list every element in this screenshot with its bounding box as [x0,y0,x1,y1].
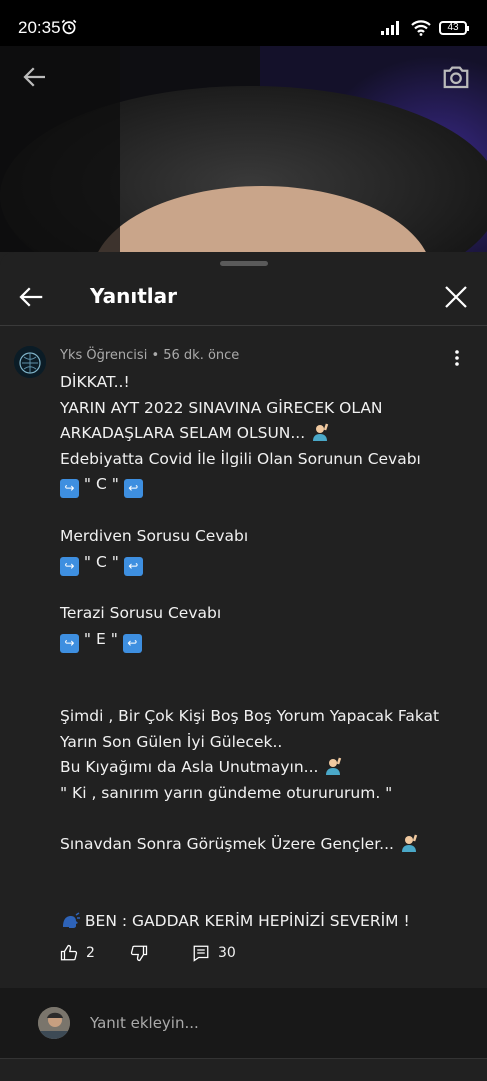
reply-input[interactable]: Yanıt ekleyin... [90,1014,199,1032]
person-raising-hand-emoji-icon [401,834,418,852]
comment-line-text: Sınavdan Sonra Görüşmek Üzere Gençler... [60,834,399,853]
next-item-edge [0,1058,487,1081]
right-arrow-curving-down-emoji-icon: ↪ [60,633,79,653]
thumb-down-icon [130,945,148,962]
comment-line: Şimdi , Bir Çok Kişi Boş Boş Yorum Yapac… [60,706,440,725]
header-divider [0,325,487,326]
like-count: 2 [86,945,95,961]
status-bar: 20:35 43 [0,0,487,46]
speaking-head-emoji-icon [63,912,80,928]
comment-line-text: ARKADAŞLARA SELAM OLSUN... [60,424,311,443]
comment-actions: 2 30 [60,940,460,972]
person-raising-hand-emoji-icon [313,423,329,442]
comment-line-text: BEN : GADDAR KERİM HEPİNİZİ SEVERİM ! [80,911,410,930]
comment-line-text: Bu Kıyağımı da Asla Unutmayın... [60,758,324,777]
more-vert-icon[interactable] [447,348,467,368]
drag-handle[interactable] [220,261,268,266]
comment-line: ARKADAŞLARA SELAM OLSUN... [60,421,470,447]
comment-line: Yarın Son Gülen İyi Gülecek.. [60,732,283,751]
video-frame [0,46,487,252]
comment-line: Edebiyatta Covid İle İlgili Olan Sorunun… [60,449,421,468]
signal-icon [381,21,399,35]
avatar [38,1007,70,1039]
alarm-icon [61,19,77,35]
reply-bar: Yanıt ekleyin... [0,988,487,1058]
comment-text: DİKKAT..! YARIN AYT 2022 SINAVINA GİRECEK… [60,370,470,934]
dislike-button[interactable] [130,944,148,962]
user-avatar-image [38,1007,70,1039]
comment-meta: Yks Öğrencisi • 56 dk. önce [60,348,239,363]
comment-line: ↪ " C " ↩ [60,472,470,499]
status-time: 20:35 [18,18,61,37]
comment-line: YARIN AYT 2022 SINAVINA GİRECEK OLAN [60,398,383,417]
comment-icon [193,945,209,962]
comment-line-text: " C " [79,552,124,571]
comment-author[interactable]: Yks Öğrencisi [60,348,147,363]
status-icons: 43 [381,20,469,36]
comment-line-text: " E " [79,629,123,648]
left-arrow-curving-emoji-icon: ↩ [123,556,143,576]
comment-line: ↪ " E " ↩ [60,627,470,653]
close-icon[interactable] [441,282,471,312]
wifi-icon [411,20,431,36]
avatar-image [14,346,46,378]
comment-line-text: " C " [79,475,124,494]
arrow-left-icon[interactable] [20,62,50,92]
comment-time: 56 dk. önce [163,348,240,363]
battery-level: 43 [447,22,459,33]
comment-line: Terazi Sorusu Cevabı [60,604,222,623]
like-button[interactable]: 2 [60,944,95,962]
person-raising-hand-emoji-icon [326,757,342,776]
right-arrow-curving-down-emoji-icon: ↪ [60,479,79,499]
comment-line: DİKKAT..! [60,373,130,391]
comment-line: ↪ " C " ↩ [60,550,470,576]
replies-panel: Yanıtlar Yks Öğrencisi • 56 dk. önce DİK… [0,252,487,1081]
left-arrow-curving-emoji-icon: ↩ [122,633,142,653]
reply-count: 30 [218,945,236,961]
video-player[interactable] [0,46,487,252]
comment-line: Merdiven Sorusu Cevabı [60,526,249,545]
camera-icon[interactable] [441,62,471,92]
avatar[interactable] [14,346,46,378]
comment-line: BEN : GADDAR KERİM HEPİNİZİ SEVERİM ! [60,909,470,935]
panel-header: Yanıtlar [0,270,487,326]
battery-icon: 43 [439,21,469,35]
left-arrow-curving-emoji-icon: ↩ [123,479,143,499]
meta-separator: • [147,348,164,363]
comment-line: " Ki , sanırım yarın gündeme oturururum.… [60,783,393,802]
right-arrow-curving-down-emoji-icon: ↪ [60,556,79,576]
thumb-up-icon [60,944,78,961]
panel-title: Yanıtlar [90,284,178,308]
comment-line: Sınavdan Sonra Görüşmek Üzere Gençler... [60,832,470,858]
reply-button[interactable]: 30 [192,944,236,962]
arrow-left-icon[interactable] [16,282,46,312]
comment-line: Bu Kıyağımı da Asla Unutmayın... [60,755,470,781]
